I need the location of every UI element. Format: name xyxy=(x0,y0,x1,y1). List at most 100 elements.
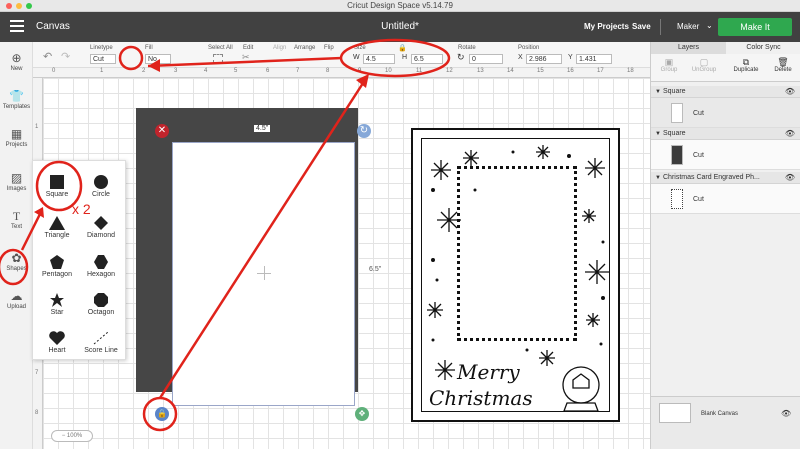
group-button[interactable]: ▣ Group xyxy=(654,57,684,73)
shapes-icon: ✿ xyxy=(11,251,22,265)
select-all-label[interactable]: Select All xyxy=(208,45,233,51)
sidebar-item-templates[interactable]: 👕 Templates xyxy=(0,90,33,110)
blank-canvas-thumbnail[interactable] xyxy=(659,403,691,423)
close-window-icon[interactable] xyxy=(6,3,12,9)
shape-star[interactable]: Star xyxy=(35,293,79,316)
minimize-window-icon[interactable] xyxy=(16,3,22,9)
snowflake-icon xyxy=(585,260,609,284)
shape-circle[interactable]: Circle xyxy=(79,175,123,198)
shape-square[interactable]: Square xyxy=(35,175,79,198)
size-label: Size xyxy=(354,45,366,51)
horizontal-ruler: 0 1 2 3 4 5 6 7 8 9 10 11 12 13 14 15 16… xyxy=(33,68,650,78)
w-label: W xyxy=(353,54,360,61)
maximize-window-icon[interactable] xyxy=(26,3,32,9)
hamburger-menu-icon[interactable] xyxy=(10,20,24,32)
eye-hidden-icon[interactable]: 👁 xyxy=(781,409,791,418)
shape-heart[interactable]: Heart xyxy=(35,331,79,354)
sidebar-item-shapes[interactable]: ✿ Shapes xyxy=(0,252,33,272)
tab-layers[interactable]: Layers xyxy=(651,42,726,54)
design-canvas[interactable]: 4.5" 6.5" ✕ ↻ 🔒 ✥ − 100% Merry Christmas xyxy=(43,78,650,449)
y-input[interactable]: 1.431 xyxy=(576,54,612,64)
trash-icon: 🗑 xyxy=(777,57,789,67)
select-all-icon[interactable] xyxy=(213,54,223,63)
fill-select[interactable]: No xyxy=(145,54,171,64)
snowflake-icon xyxy=(427,302,443,318)
shape-diamond[interactable]: Diamond xyxy=(79,216,123,239)
machine-select[interactable]: Maker xyxy=(677,22,699,31)
fill-label: Fill xyxy=(145,45,153,51)
ungroup-icon: ▢ xyxy=(699,57,709,67)
rotate-input[interactable]: 0 xyxy=(469,54,503,64)
shape-score-line[interactable]: Score Line xyxy=(79,331,123,354)
my-projects-button[interactable]: My Projects xyxy=(584,22,629,31)
sidebar-label: Shapes xyxy=(6,266,27,272)
rotate-label: Rotate xyxy=(458,45,476,51)
sidebar-item-projects[interactable]: ▦ Projects xyxy=(0,128,33,148)
shape-triangle[interactable]: Triangle xyxy=(35,216,79,239)
rotate-handle-icon[interactable]: ↻ xyxy=(357,124,371,138)
lock-handle-icon[interactable]: 🔒 xyxy=(155,407,169,421)
flip-label[interactable]: Flip xyxy=(324,45,334,51)
layer-group-header[interactable]: ▼ Square 👁 xyxy=(651,86,800,98)
layer-row[interactable]: Cut xyxy=(651,184,800,214)
shape-pentagon[interactable]: Pentagon xyxy=(35,255,79,278)
delete-handle-icon[interactable]: ✕ xyxy=(155,124,169,138)
caret-down-icon[interactable]: ▼ xyxy=(655,128,661,140)
x-value: 2.986 xyxy=(529,56,547,63)
layer-group-header[interactable]: ▼ Square 👁 xyxy=(651,128,800,140)
align-label[interactable]: Align xyxy=(273,45,286,51)
caret-down-icon[interactable]: ▼ xyxy=(655,172,661,184)
delete-button[interactable]: 🗑 Delete xyxy=(768,57,798,73)
sidebar-item-text[interactable]: T Text xyxy=(0,210,33,230)
linetype-select[interactable]: Cut xyxy=(90,54,116,64)
x-input[interactable]: 2.986 xyxy=(526,54,562,64)
document-title: Untitled* xyxy=(381,21,419,32)
zoom-out-icon[interactable]: − xyxy=(62,433,66,439)
shape-hexagon[interactable]: Hexagon xyxy=(79,255,123,278)
redo-icon[interactable]: ↷ xyxy=(61,50,70,63)
christmas-card-image[interactable]: Merry Christmas xyxy=(411,128,620,422)
edit-label[interactable]: Edit xyxy=(243,45,253,51)
eye-icon[interactable]: 👁 xyxy=(785,172,795,184)
shape-octagon[interactable]: Octagon xyxy=(79,293,123,316)
rotate-icon[interactable]: ↻ xyxy=(457,52,465,63)
eye-icon[interactable]: 👁 xyxy=(785,128,795,140)
shape-label: Triangle xyxy=(44,232,70,239)
arrange-label[interactable]: Arrange xyxy=(294,45,315,51)
sidebar-item-images[interactable]: ▨ Images xyxy=(0,172,33,192)
left-sidebar: ⊕ New 👕 Templates ▦ Projects ▨ Images T Text … xyxy=(0,42,33,449)
lock-icon[interactable]: 🔒 xyxy=(398,44,407,52)
duplicate-button[interactable]: ⧉ Duplicate xyxy=(731,57,761,73)
ruler-tick-label: 10 xyxy=(385,68,392,74)
scissors-icon[interactable]: ✂ xyxy=(242,52,250,63)
card-greeting-merry: Merry xyxy=(457,360,520,384)
ruler-tick-label: 5 xyxy=(234,68,238,74)
layer-row[interactable]: Cut xyxy=(651,140,800,170)
duplicate-icon: ⧉ xyxy=(742,57,750,67)
window-titlebar: Cricut Design Space v5.14.79 xyxy=(0,0,800,12)
tab-color-sync[interactable]: Color Sync xyxy=(726,42,800,54)
caret-down-icon[interactable]: ▼ xyxy=(655,86,661,98)
score-line-icon xyxy=(93,331,109,345)
resize-handle-icon[interactable]: ✥ xyxy=(355,407,369,421)
make-it-button[interactable]: Make It xyxy=(718,18,792,36)
layer-group-name: Square xyxy=(663,130,686,137)
sidebar-item-new[interactable]: ⊕ New xyxy=(0,52,33,72)
undo-icon[interactable]: ↶ xyxy=(43,50,52,63)
sidebar-item-upload[interactable]: ☁ Upload xyxy=(0,290,33,310)
width-value: 4.5 xyxy=(366,56,376,63)
ruler-tick-label: 1 xyxy=(35,124,39,130)
width-input[interactable]: 4.5 xyxy=(363,54,395,64)
height-badge: 6.5" xyxy=(369,266,382,273)
eye-icon[interactable]: 👁 xyxy=(785,86,795,98)
chevron-down-icon[interactable]: ⌄ xyxy=(706,21,713,30)
zoom-control[interactable]: − 100% xyxy=(51,430,93,442)
heart-icon xyxy=(49,331,65,345)
layer-row[interactable]: Cut xyxy=(651,98,800,128)
circle-icon xyxy=(94,175,108,189)
height-input[interactable]: 6.5 xyxy=(411,54,443,64)
layer-group-header[interactable]: ▼ Christmas Card Engraved Ph... 👁 xyxy=(651,172,800,184)
save-button[interactable]: Save xyxy=(632,22,651,31)
ungroup-button[interactable]: ▢ UnGroup xyxy=(689,57,719,73)
crosshair xyxy=(264,266,265,280)
